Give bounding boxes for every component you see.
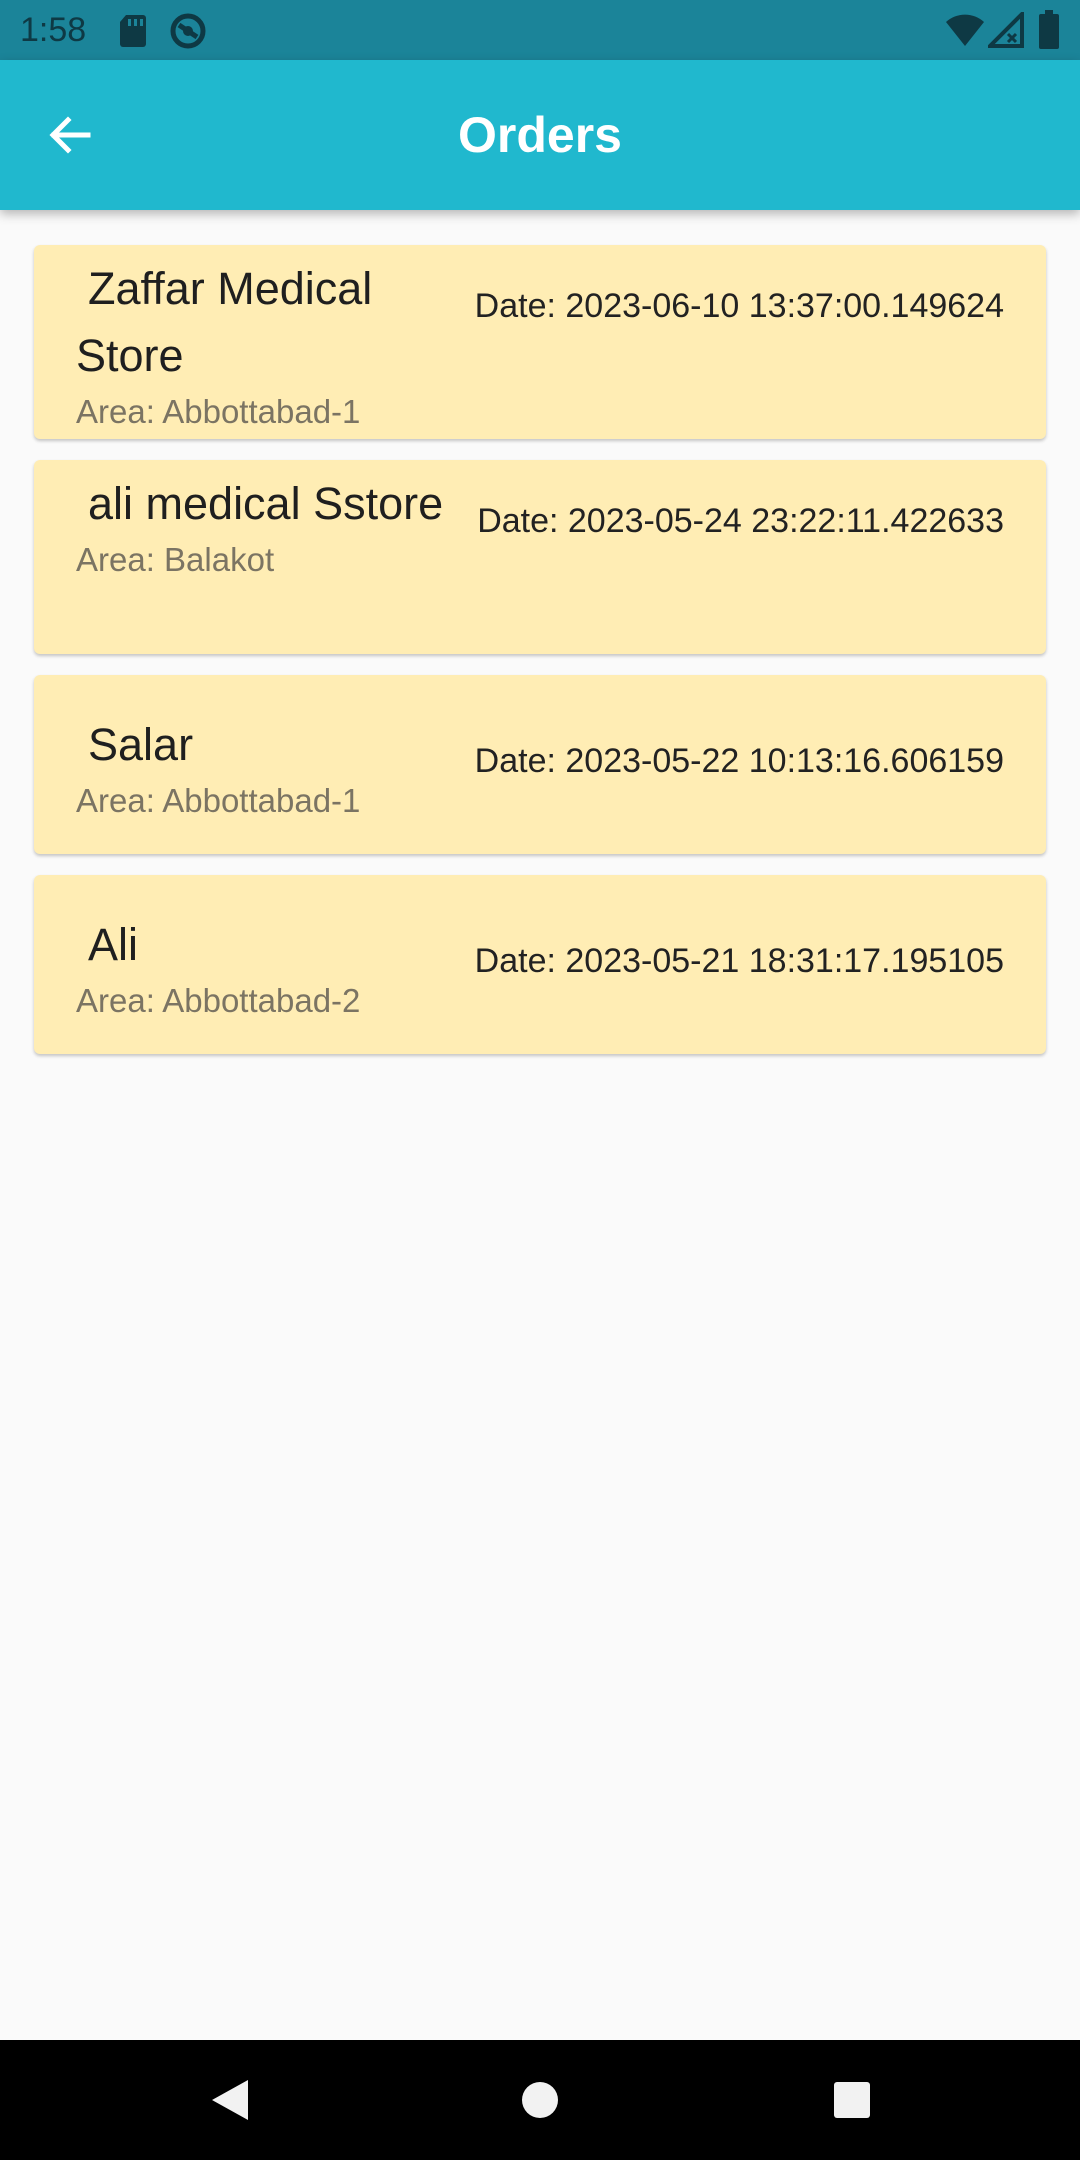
order-store-name: ali medical Sstore <box>88 478 444 529</box>
recents-square-icon <box>833 2081 871 2119</box>
sync-icon <box>168 11 208 56</box>
nav-recents-button[interactable] <box>812 2060 892 2140</box>
order-card[interactable]: Salar Area: Abbottabad-1 Date: 2023-05-2… <box>34 675 1046 854</box>
order-card[interactable]: Ali Area: Abbottabad-2 Date: 2023-05-21 … <box>34 875 1046 1054</box>
app-bar: Orders <box>0 60 1080 210</box>
arrow-back-icon <box>48 115 92 155</box>
order-date: Date: 2023-05-22 10:13:16.606159 <box>474 742 1004 780</box>
order-area: Area: Abbottabad-1 <box>76 393 361 430</box>
order-store-name: Ali <box>88 919 139 970</box>
order-area: Area: Abbottabad-2 <box>76 982 361 1019</box>
orders-list: Zaffar Medical Store Area: Abbottabad-1 … <box>34 245 1046 1075</box>
system-nav-bar <box>0 2040 1080 2160</box>
order-store-name: Salar <box>88 719 194 770</box>
status-time: 1:58 <box>20 11 87 49</box>
order-area: Area: Balakot <box>76 541 275 578</box>
home-circle-icon <box>521 2081 559 2119</box>
order-date: Date: 2023-06-10 13:37:00.149624 <box>474 287 1004 325</box>
order-date: Date: 2023-05-24 23:22:11.422633 <box>477 502 1004 540</box>
page-title: Orders <box>458 107 622 163</box>
cell-signal-icon <box>985 9 1024 53</box>
status-bar: 1:58 <box>0 0 1080 60</box>
back-button[interactable] <box>30 95 110 175</box>
order-area: Area: Abbottabad-1 <box>76 782 361 819</box>
nav-back-button[interactable] <box>190 2060 270 2140</box>
sd-card-icon <box>118 14 148 53</box>
order-date: Date: 2023-05-21 18:31:17.195105 <box>474 942 1004 980</box>
order-card[interactable]: ali medical Sstore Area: Balakot Date: 2… <box>34 460 1046 654</box>
nav-home-button[interactable] <box>500 2060 580 2140</box>
back-triangle-icon <box>210 2079 250 2121</box>
battery-icon <box>1038 10 1060 55</box>
wifi-icon <box>945 12 985 53</box>
order-store-name: Zaffar Medical Store <box>76 263 373 381</box>
order-card[interactable]: Zaffar Medical Store Area: Abbottabad-1 … <box>34 245 1046 439</box>
